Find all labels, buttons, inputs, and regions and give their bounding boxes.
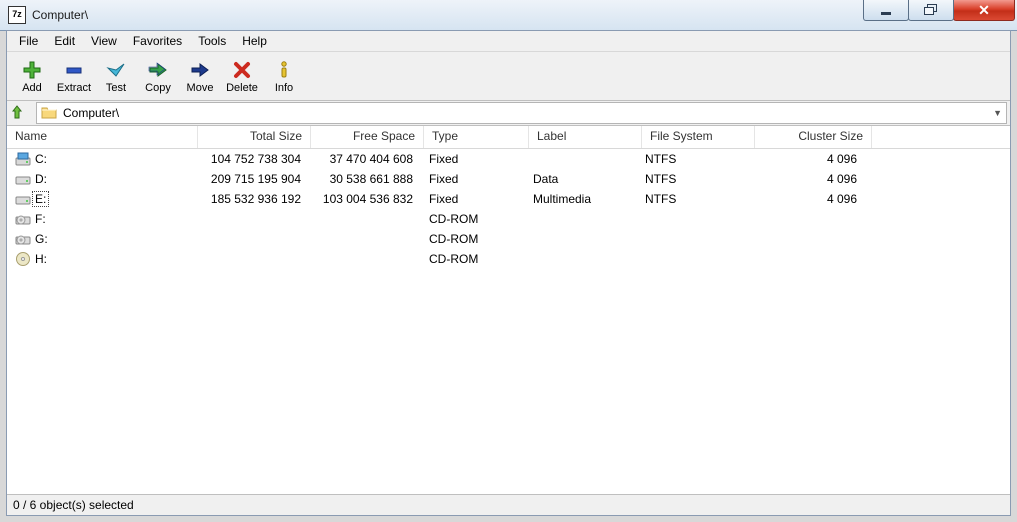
drive-name: H: <box>35 252 47 266</box>
info-icon <box>274 60 294 80</box>
drive-name-cell: G: <box>7 231 197 247</box>
cell-free-space: 103 004 536 832 <box>309 192 421 206</box>
column-header-file-system[interactable]: File System <box>642 126 755 148</box>
status-text: 0 / 6 object(s) selected <box>13 498 134 512</box>
cell-total-size: 185 532 936 192 <box>197 192 309 206</box>
cell-type: Fixed <box>421 152 525 166</box>
minus-icon <box>64 60 84 80</box>
drive-icon <box>15 191 31 207</box>
cell-type: CD-ROM <box>421 212 525 226</box>
drive-name-cell: F: <box>7 211 197 227</box>
close-icon: ✕ <box>978 3 990 17</box>
folder-icon <box>41 105 57 122</box>
drive-icon <box>15 171 31 187</box>
drive-icon <box>15 151 31 167</box>
cross-icon <box>232 60 252 80</box>
menu-file[interactable]: File <box>11 32 46 50</box>
drive-row[interactable]: D: 209 715 195 90430 538 661 888FixedData… <box>7 169 1010 189</box>
check-icon <box>106 60 126 80</box>
status-bar: 0 / 6 object(s) selected <box>7 494 1010 515</box>
cell-label: Multimedia <box>525 192 637 206</box>
add-button[interactable]: Add <box>11 54 53 100</box>
menu-bar: FileEditViewFavoritesToolsHelp <box>7 31 1010 52</box>
drive-icon <box>15 251 31 267</box>
cell-cluster-size: 4 096 <box>749 172 865 186</box>
column-header-cluster-size[interactable]: Cluster Size <box>755 126 872 148</box>
test-button[interactable]: Test <box>95 54 137 100</box>
copy-label: Copy <box>145 82 171 94</box>
menu-edit[interactable]: Edit <box>46 32 83 50</box>
drive-icon <box>15 211 31 227</box>
drive-row[interactable]: H: CD-ROM <box>7 249 1010 269</box>
column-header-free-space[interactable]: Free Space <box>311 126 424 148</box>
drive-name-cell: H: <box>7 251 197 267</box>
drive-row[interactable]: E: 185 532 936 192103 004 536 832FixedMul… <box>7 189 1010 209</box>
window-titlebar: 7z Computer\ ✕ <box>0 0 1017 31</box>
drive-name: F: <box>35 212 46 226</box>
arrow-r-icon <box>190 60 210 80</box>
drive-row[interactable]: G: CD-ROM <box>7 229 1010 249</box>
move-label: Move <box>187 82 214 94</box>
menu-help[interactable]: Help <box>234 32 275 50</box>
add-label: Add <box>22 82 42 94</box>
window-title: Computer\ <box>32 8 88 22</box>
menu-tools[interactable]: Tools <box>190 32 234 50</box>
cell-total-size: 209 715 195 904 <box>197 172 309 186</box>
cell-free-space: 30 538 661 888 <box>309 172 421 186</box>
cell-label: Data <box>525 172 637 186</box>
drive-name-cell: C: <box>7 151 197 167</box>
column-header-name[interactable]: Name <box>7 126 198 148</box>
cell-type: Fixed <box>421 172 525 186</box>
drive-name: G: <box>35 232 48 246</box>
menu-view[interactable]: View <box>83 32 125 50</box>
cell-total-size: 104 752 738 304 <box>197 152 309 166</box>
drive-name: D: <box>35 172 47 186</box>
toolbar: Add Extract Test Copy Move Delete Info <box>7 52 1010 101</box>
cell-file-system: NTFS <box>637 172 749 186</box>
cell-file-system: NTFS <box>637 192 749 206</box>
app-icon: 7z <box>8 6 26 24</box>
plus-icon <box>22 60 42 80</box>
window-maximize-button[interactable] <box>908 0 954 21</box>
copy-button[interactable]: Copy <box>137 54 179 100</box>
drive-name: E: <box>32 191 49 207</box>
cell-free-space: 37 470 404 608 <box>309 152 421 166</box>
move-button[interactable]: Move <box>179 54 221 100</box>
cell-cluster-size: 4 096 <box>749 192 865 206</box>
app-frame: FileEditViewFavoritesToolsHelp Add Extrac… <box>6 30 1011 516</box>
drive-name-cell: D: <box>7 171 197 187</box>
column-header-type[interactable]: Type <box>424 126 529 148</box>
test-label: Test <box>106 82 126 94</box>
path-field[interactable]: Computer\ ▼ <box>36 102 1007 124</box>
column-header-label[interactable]: Label <box>529 126 642 148</box>
delete-button[interactable]: Delete <box>221 54 263 100</box>
column-header-rest <box>872 126 1010 148</box>
drive-row[interactable]: F: CD-ROM <box>7 209 1010 229</box>
path-dropdown-icon[interactable]: ▼ <box>993 108 1002 118</box>
up-one-level-button[interactable] <box>10 103 30 123</box>
drive-name: C: <box>35 152 47 166</box>
cell-type: Fixed <box>421 192 525 206</box>
cell-file-system: NTFS <box>637 152 749 166</box>
drive-name-cell: E: <box>7 191 197 207</box>
address-bar: Computer\ ▼ <box>7 101 1010 126</box>
arrow-rd-icon <box>148 60 168 80</box>
info-label: Info <box>275 82 293 94</box>
column-header-total-size[interactable]: Total Size <box>198 126 311 148</box>
menu-favorites[interactable]: Favorites <box>125 32 190 50</box>
path-text: Computer\ <box>63 106 119 120</box>
list-header: Name Total Size Free Space Type Label Fi… <box>7 126 1010 149</box>
drive-row[interactable]: C: 104 752 738 30437 470 404 608Fixed NTFS… <box>7 149 1010 169</box>
info-button[interactable]: Info <box>263 54 305 100</box>
cell-type: CD-ROM <box>421 252 525 266</box>
extract-label: Extract <box>57 82 91 94</box>
cell-cluster-size: 4 096 <box>749 152 865 166</box>
delete-label: Delete <box>226 82 258 94</box>
list-body: C:104 752 738 30437 470 404 608FixedNTFS… <box>7 149 1010 494</box>
cell-type: CD-ROM <box>421 232 525 246</box>
drive-icon <box>15 231 31 247</box>
window-close-button[interactable]: ✕ <box>953 0 1015 21</box>
window-minimize-button[interactable] <box>863 0 909 21</box>
extract-button[interactable]: Extract <box>53 54 95 100</box>
